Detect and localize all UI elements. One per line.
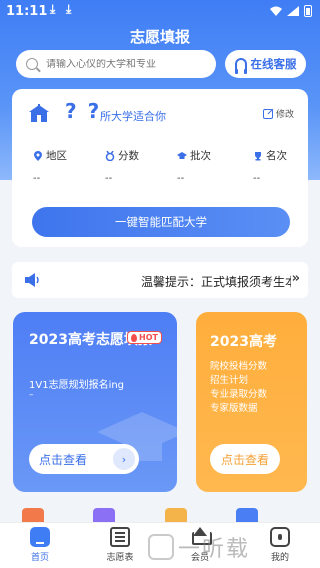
view-button-label: 点击查看 — [39, 452, 88, 467]
smart-match-button[interactable]: 一键智能匹配大学 — [32, 207, 290, 237]
watermark-text: 一听载 — [178, 537, 251, 562]
info-card: ? ? 所大学适合你 修改 地区 分数 批次 名次 -- -- -- -- 一键… — [12, 89, 308, 247]
nav-label: 志愿表 — [106, 553, 134, 563]
promo-card-volunteer[interactable]: 2023高考志愿填报 HOT 1V1志愿规划报名ing – 点击查看 › — [13, 312, 177, 492]
signal-icon — [287, 6, 299, 16]
stat-label: 批次 — [190, 150, 211, 162]
stat-score: 分数 — [105, 148, 139, 163]
promo-card-data[interactable]: 2023高考 院校投档分数 招生计划 专业录取分数 专家版数据 点击查看 — [196, 312, 307, 492]
view-button[interactable]: 点击查看 › — [29, 444, 139, 474]
stat-value: -- — [177, 173, 185, 184]
online-service-label: 在线客服 — [250, 57, 297, 71]
promo-subtitle: 1V1志愿规划报名ing — [29, 380, 125, 391]
graduation-cap-icon — [177, 151, 187, 159]
search-bar[interactable] — [16, 50, 216, 78]
battery-icon — [304, 5, 312, 17]
page-title: 志愿填报 — [129, 28, 190, 46]
stat-value: -- — [253, 173, 261, 184]
watermark-logo-icon — [148, 534, 174, 560]
watermark: 一听载 — [148, 530, 316, 564]
promo-line: 专家版数据 — [210, 403, 258, 414]
online-service-button[interactable]: 在线客服 — [225, 50, 306, 78]
promo-line: 专业录取分数 — [210, 389, 268, 400]
location-pin-icon — [34, 150, 42, 161]
notice-bar[interactable]: 温馨提示：正式填报须考生本 » — [12, 262, 308, 298]
fit-text: 所大学适合你 — [100, 110, 166, 123]
search-input[interactable] — [46, 58, 206, 70]
notice-text: 温馨提示：正式填报须考生本 — [141, 275, 291, 289]
download-arrow-icon: ⤓ — [66, 2, 72, 16]
view-button[interactable]: 点击查看 — [210, 444, 280, 474]
wifi-icon — [270, 6, 282, 16]
status-time: 11:11 — [6, 4, 48, 19]
nav-volunteer-list[interactable]: 志愿表 — [90, 527, 150, 563]
home-icon — [30, 527, 50, 547]
promo-lines: 院校投档分数 招生计划 专业录取分数 专家版数据 — [210, 360, 267, 416]
edit-button[interactable]: 修改 — [262, 107, 294, 120]
school-building-icon — [29, 104, 49, 122]
flame-icon — [131, 333, 137, 342]
speaker-icon — [25, 273, 39, 287]
promo-title: 2023高考 — [210, 334, 277, 350]
stat-label: 分数 — [118, 150, 139, 162]
double-chevron-right-icon[interactable]: » — [292, 271, 300, 286]
promo-dash: – — [29, 390, 34, 400]
nav-label: 首页 — [30, 553, 49, 563]
stat-region: 地区 — [33, 148, 67, 163]
nav-home[interactable]: 首页 — [10, 527, 70, 563]
hot-label: HOT — [139, 333, 158, 342]
stat-label: 地区 — [46, 150, 67, 162]
stat-label: 名次 — [266, 150, 287, 162]
medal-icon — [105, 150, 115, 161]
stat-value: -- — [33, 173, 41, 184]
stat-rank: 名次 — [253, 148, 287, 163]
status-bar: 11:11 ⤓ ⤓ — [0, 0, 320, 24]
download-arrow-icon: ⤓ — [50, 2, 56, 16]
promo-line: 招生计划 — [210, 375, 249, 386]
edit-label: 修改 — [275, 110, 294, 120]
promo-line: 院校投档分数 — [210, 361, 268, 372]
search-icon — [26, 58, 38, 70]
hot-badge: HOT — [127, 331, 162, 344]
chevron-right-icon: › — [113, 448, 135, 470]
list-icon — [110, 527, 130, 547]
trophy-icon — [255, 151, 261, 160]
match-count: ? ? — [65, 99, 102, 123]
headset-icon — [234, 58, 247, 74]
stat-batch: 批次 — [177, 148, 211, 163]
stat-value: -- — [105, 173, 113, 184]
edit-icon — [262, 108, 273, 119]
